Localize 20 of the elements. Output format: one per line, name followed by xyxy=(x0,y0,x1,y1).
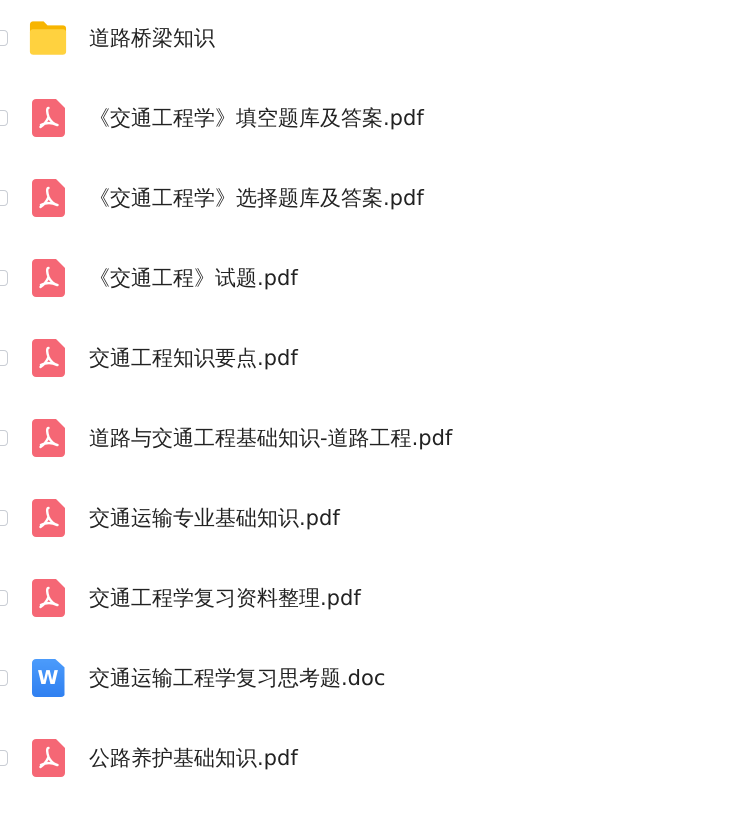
file-name[interactable]: 交通运输工程学复习思考题.doc xyxy=(89,664,386,692)
pdf-icon xyxy=(32,739,64,777)
pdf-icon xyxy=(32,99,64,137)
folder-icon xyxy=(28,20,68,56)
file-name[interactable]: 《交通工程学》选择题库及答案.pdf xyxy=(89,184,424,212)
pdf-icon xyxy=(32,339,64,377)
pdf-icon xyxy=(32,579,64,617)
file-name[interactable]: 交通工程学复习资料整理.pdf xyxy=(89,584,361,612)
file-name[interactable]: 交通工程知识要点.pdf xyxy=(89,344,298,372)
file-name[interactable]: 公路养护基础知识.pdf xyxy=(89,744,298,772)
pdf-icon xyxy=(32,179,64,217)
file-name[interactable]: 《交通工程》试题.pdf xyxy=(89,264,298,292)
file-name[interactable]: 交通运输专业基础知识.pdf xyxy=(89,504,340,532)
file-name[interactable]: 道路与交通工程基础知识-道路工程.pdf xyxy=(89,424,452,452)
pdf-icon xyxy=(32,259,64,297)
file-name[interactable]: 道路桥梁知识 xyxy=(89,24,215,52)
file-name[interactable]: 《交通工程学》填空题库及答案.pdf xyxy=(89,104,424,132)
pdf-icon xyxy=(32,419,64,457)
pdf-icon xyxy=(32,499,64,537)
word-document-icon: W xyxy=(32,659,64,697)
